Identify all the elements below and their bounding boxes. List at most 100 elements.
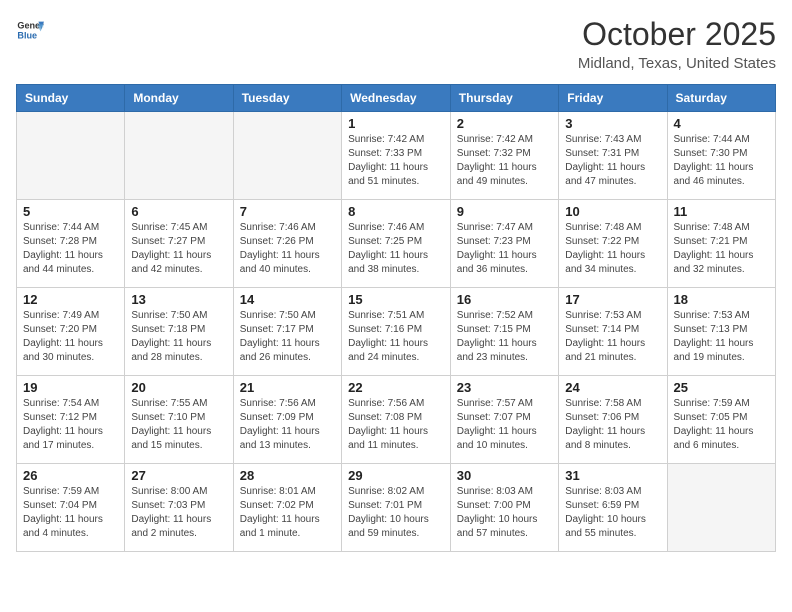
day-number: 22 xyxy=(348,380,444,395)
calendar-cell: 16 Sunrise: 7:52 AM Sunset: 7:15 PM Dayli… xyxy=(450,288,558,376)
calendar-table: SundayMondayTuesdayWednesdayThursdayFrid… xyxy=(16,84,776,552)
month-title: October 2025 xyxy=(578,16,776,53)
calendar-cell: 9 Sunrise: 7:47 AM Sunset: 7:23 PM Daylig… xyxy=(450,200,558,288)
day-info: Sunrise: 7:42 AM Sunset: 7:33 PM Dayligh… xyxy=(348,133,444,189)
day-info: Sunrise: 7:58 AM Sunset: 7:06 PM Dayligh… xyxy=(565,397,660,453)
location: Midland, Texas, United States xyxy=(578,55,776,72)
day-info: Sunrise: 7:47 AM Sunset: 7:23 PM Dayligh… xyxy=(457,221,552,277)
day-number: 6 xyxy=(131,204,226,219)
calendar-cell: 20 Sunrise: 7:55 AM Sunset: 7:10 PM Dayli… xyxy=(125,376,233,464)
calendar-cell xyxy=(233,112,341,200)
day-number: 21 xyxy=(240,380,335,395)
calendar-header-row: SundayMondayTuesdayWednesdayThursdayFrid… xyxy=(17,85,776,112)
day-info: Sunrise: 7:55 AM Sunset: 7:10 PM Dayligh… xyxy=(131,397,226,453)
day-info: Sunrise: 7:59 AM Sunset: 7:04 PM Dayligh… xyxy=(23,485,118,541)
day-info: Sunrise: 8:01 AM Sunset: 7:02 PM Dayligh… xyxy=(240,485,335,541)
day-info: Sunrise: 7:56 AM Sunset: 7:08 PM Dayligh… xyxy=(348,397,444,453)
calendar-cell: 7Sunrise: 7:46 AM Sunset: 7:26 PM Daylig… xyxy=(233,200,341,288)
day-info: Sunrise: 7:53 AM Sunset: 7:13 PM Dayligh… xyxy=(674,309,769,365)
calendar-cell: 31 Sunrise: 8:03 AM Sunset: 6:59 PM Dayli… xyxy=(559,464,667,552)
day-info: Sunrise: 7:59 AM Sunset: 7:05 PM Dayligh… xyxy=(674,397,769,453)
day-info: Sunrise: 7:48 AM Sunset: 7:21 PM Dayligh… xyxy=(674,221,769,277)
calendar-cell: 13 Sunrise: 7:50 AM Sunset: 7:18 PM Dayli… xyxy=(125,288,233,376)
calendar-cell: 19Sunrise: 7:54 AM Sunset: 7:12 PM Dayli… xyxy=(17,376,125,464)
calendar-cell: 27 Sunrise: 8:00 AM Sunset: 7:03 PM Dayli… xyxy=(125,464,233,552)
day-info: Sunrise: 7:44 AM Sunset: 7:30 PM Dayligh… xyxy=(674,133,769,189)
day-number: 25 xyxy=(674,380,769,395)
calendar-cell xyxy=(17,112,125,200)
calendar-cell: 17 Sunrise: 7:53 AM Sunset: 7:14 PM Dayli… xyxy=(559,288,667,376)
day-number: 8 xyxy=(348,204,444,219)
week-row-2: 12 Sunrise: 7:49 AM Sunset: 7:20 PM Dayli… xyxy=(17,288,776,376)
svg-text:Blue: Blue xyxy=(17,30,37,40)
day-number: 12 xyxy=(23,292,118,307)
day-number: 23 xyxy=(457,380,552,395)
day-info: Sunrise: 8:00 AM Sunset: 7:03 PM Dayligh… xyxy=(131,485,226,541)
col-header-friday: Friday xyxy=(559,85,667,112)
calendar-cell: 15Sunrise: 7:51 AM Sunset: 7:16 PM Dayli… xyxy=(342,288,451,376)
day-number: 2 xyxy=(457,116,552,131)
day-number: 11 xyxy=(674,204,769,219)
calendar-cell: 10 Sunrise: 7:48 AM Sunset: 7:22 PM Dayli… xyxy=(559,200,667,288)
day-info: Sunrise: 7:49 AM Sunset: 7:20 PM Dayligh… xyxy=(23,309,118,365)
calendar-cell: 22 Sunrise: 7:56 AM Sunset: 7:08 PM Dayli… xyxy=(342,376,451,464)
calendar-cell: 30 Sunrise: 8:03 AM Sunset: 7:00 PM Dayli… xyxy=(450,464,558,552)
day-info: Sunrise: 7:43 AM Sunset: 7:31 PM Dayligh… xyxy=(565,133,660,189)
calendar-cell: 24 Sunrise: 7:58 AM Sunset: 7:06 PM Dayli… xyxy=(559,376,667,464)
col-header-wednesday: Wednesday xyxy=(342,85,451,112)
day-number: 16 xyxy=(457,292,552,307)
day-number: 18 xyxy=(674,292,769,307)
day-info: Sunrise: 7:53 AM Sunset: 7:14 PM Dayligh… xyxy=(565,309,660,365)
calendar-cell: 18 Sunrise: 7:53 AM Sunset: 7:13 PM Dayli… xyxy=(667,288,775,376)
calendar-cell: 4 Sunrise: 7:44 AM Sunset: 7:30 PM Daylig… xyxy=(667,112,775,200)
day-info: Sunrise: 7:50 AM Sunset: 7:17 PM Dayligh… xyxy=(240,309,335,365)
calendar-cell xyxy=(667,464,775,552)
calendar-cell: 28 Sunrise: 8:01 AM Sunset: 7:02 PM Dayli… xyxy=(233,464,341,552)
calendar-cell: 3 Sunrise: 7:43 AM Sunset: 7:31 PM Daylig… xyxy=(559,112,667,200)
day-info: Sunrise: 7:48 AM Sunset: 7:22 PM Dayligh… xyxy=(565,221,660,277)
calendar-cell: 14 Sunrise: 7:50 AM Sunset: 7:17 PM Dayli… xyxy=(233,288,341,376)
day-info: Sunrise: 7:51 AM Sunset: 7:16 PM Dayligh… xyxy=(348,309,444,365)
calendar-cell xyxy=(125,112,233,200)
day-info: Sunrise: 7:54 AM Sunset: 7:12 PM Dayligh… xyxy=(23,397,118,453)
calendar-cell: 5 Sunrise: 7:44 AM Sunset: 7:28 PM Daylig… xyxy=(17,200,125,288)
day-number: 9 xyxy=(457,204,552,219)
day-number: 10 xyxy=(565,204,660,219)
day-number: 30 xyxy=(457,468,552,483)
day-number: 1 xyxy=(348,116,444,131)
day-number: 28 xyxy=(240,468,335,483)
day-number: 3 xyxy=(565,116,660,131)
calendar-cell: 25 Sunrise: 7:59 AM Sunset: 7:05 PM Dayli… xyxy=(667,376,775,464)
day-number: 17 xyxy=(565,292,660,307)
calendar-cell: 23Sunrise: 7:57 AM Sunset: 7:07 PM Dayli… xyxy=(450,376,558,464)
day-number: 20 xyxy=(131,380,226,395)
col-header-thursday: Thursday xyxy=(450,85,558,112)
day-number: 31 xyxy=(565,468,660,483)
day-info: Sunrise: 7:42 AM Sunset: 7:32 PM Dayligh… xyxy=(457,133,552,189)
day-number: 5 xyxy=(23,204,118,219)
day-info: Sunrise: 7:46 AM Sunset: 7:26 PM Dayligh… xyxy=(240,221,335,277)
day-info: Sunrise: 7:56 AM Sunset: 7:09 PM Dayligh… xyxy=(240,397,335,453)
day-info: Sunrise: 7:46 AM Sunset: 7:25 PM Dayligh… xyxy=(348,221,444,277)
calendar-cell: 8 Sunrise: 7:46 AM Sunset: 7:25 PM Daylig… xyxy=(342,200,451,288)
day-info: Sunrise: 8:03 AM Sunset: 6:59 PM Dayligh… xyxy=(565,485,660,541)
calendar-cell: 12 Sunrise: 7:49 AM Sunset: 7:20 PM Dayli… xyxy=(17,288,125,376)
day-number: 4 xyxy=(674,116,769,131)
page-header: General Blue October 2025 Midland, Texas… xyxy=(16,16,776,72)
day-number: 14 xyxy=(240,292,335,307)
day-number: 13 xyxy=(131,292,226,307)
day-number: 24 xyxy=(565,380,660,395)
week-row-4: 26Sunrise: 7:59 AM Sunset: 7:04 PM Dayli… xyxy=(17,464,776,552)
week-row-1: 5 Sunrise: 7:44 AM Sunset: 7:28 PM Daylig… xyxy=(17,200,776,288)
title-block: October 2025 Midland, Texas, United Stat… xyxy=(578,16,776,72)
day-info: Sunrise: 7:50 AM Sunset: 7:18 PM Dayligh… xyxy=(131,309,226,365)
day-info: Sunrise: 7:45 AM Sunset: 7:27 PM Dayligh… xyxy=(131,221,226,277)
calendar-cell: 2 Sunrise: 7:42 AM Sunset: 7:32 PM Daylig… xyxy=(450,112,558,200)
calendar-cell: 11 Sunrise: 7:48 AM Sunset: 7:21 PM Dayli… xyxy=(667,200,775,288)
week-row-0: 1 Sunrise: 7:42 AM Sunset: 7:33 PM Daylig… xyxy=(17,112,776,200)
day-info: Sunrise: 7:44 AM Sunset: 7:28 PM Dayligh… xyxy=(23,221,118,277)
day-number: 27 xyxy=(131,468,226,483)
day-info: Sunrise: 7:52 AM Sunset: 7:15 PM Dayligh… xyxy=(457,309,552,365)
day-info: Sunrise: 8:03 AM Sunset: 7:00 PM Dayligh… xyxy=(457,485,552,541)
col-header-saturday: Saturday xyxy=(667,85,775,112)
